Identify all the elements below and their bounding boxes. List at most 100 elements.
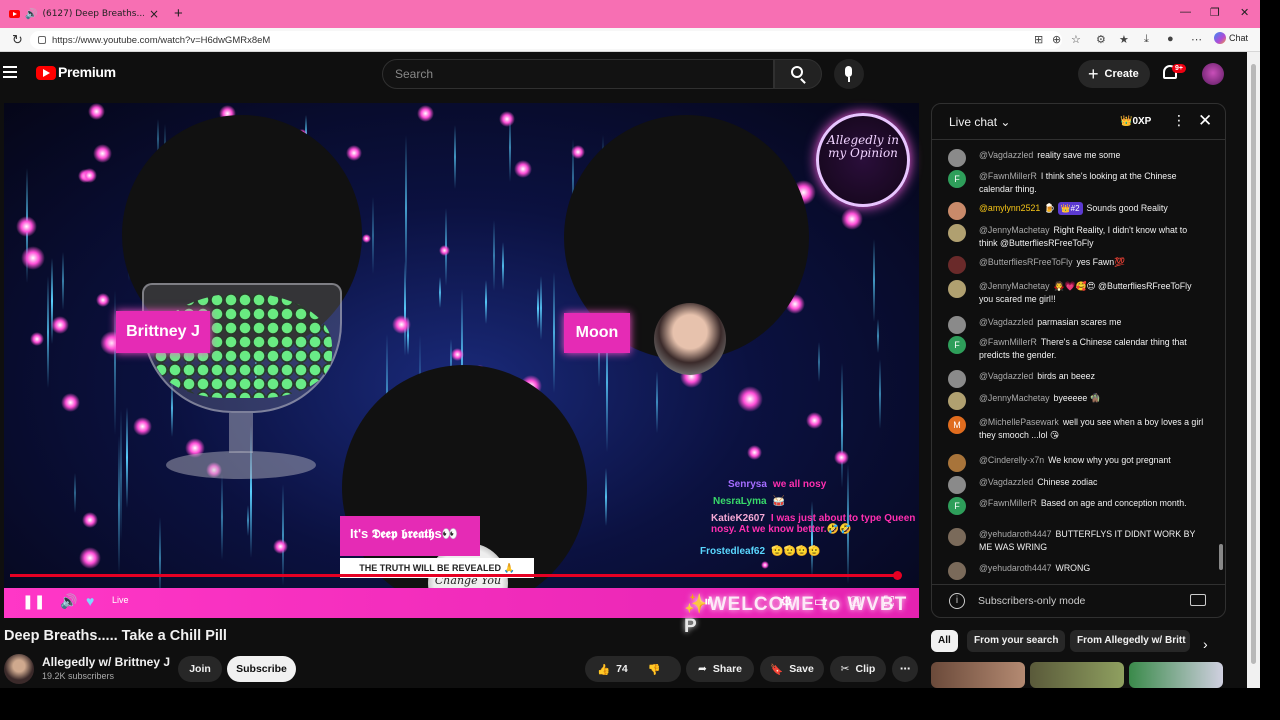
chat-avatar[interactable] <box>948 562 966 580</box>
chat-message[interactable]: @yehudaroth4447 BUTTERFLYS IT DIDNT WORK … <box>948 528 1208 554</box>
url-field[interactable]: https://www.youtube.com/watch?v=H6dwGMRx… <box>30 31 1062 49</box>
close-chat-icon[interactable]: ✕ <box>1198 111 1212 131</box>
channel-name[interactable]: Allegedly w/ Brittney J <box>42 655 170 669</box>
chat-message[interactable]: @Vagdazzled birds an beeez <box>948 370 1208 388</box>
chat-message[interactable]: @Vagdazzled reality save me some <box>948 149 1208 167</box>
chat-message[interactable]: @ButterfliesRFreeToFly yes Fawn💯 <box>948 256 1208 274</box>
chat-message[interactable]: F @FawnMillerR There's a Chinese calendar … <box>948 336 1208 362</box>
speaker-icon[interactable]: 🔊 <box>25 9 37 20</box>
chat-avatar[interactable]: M <box>948 416 966 434</box>
more-icon[interactable]: ⋯ <box>1191 33 1202 46</box>
chat-avatar[interactable]: F <box>948 336 966 354</box>
new-tab-icon[interactable]: + <box>174 5 183 22</box>
play-pause-overlay-icon[interactable]: ⏸ <box>704 593 711 610</box>
chat-message[interactable]: F @FawnMillerR I think she's looking at th… <box>948 170 1208 196</box>
live-label[interactable]: Live <box>112 595 129 605</box>
channel-avatar[interactable] <box>4 654 34 684</box>
filter-chip[interactable]: From Allegedly w/ Britt <box>1070 630 1190 652</box>
maximize-icon[interactable]: ❐ <box>1210 6 1220 19</box>
chat-username[interactable]: @MichellePasewark <box>979 417 1059 427</box>
miniplayer-icon[interactable]: ▭ <box>814 593 827 610</box>
chat-title-dropdown[interactable]: Live chat ⌄ <box>949 115 1010 129</box>
chat-username[interactable]: @JennyMachetay <box>979 281 1050 291</box>
close-tab-icon[interactable]: × <box>149 7 159 21</box>
account-avatar[interactable] <box>1202 63 1224 85</box>
favorite-star-icon[interactable]: ☆ <box>1071 33 1081 46</box>
chat-username[interactable]: @FawnMillerR <box>979 498 1037 508</box>
chat-username[interactable]: @JennyMachetay <box>979 225 1050 235</box>
filter-chip[interactable]: From your search <box>967 630 1066 652</box>
super-chat-icon[interactable] <box>1190 594 1206 606</box>
chat-message[interactable]: @Cinderelly-x7n We know why you got pregn… <box>948 454 1208 472</box>
extension-icon[interactable]: ⚙ <box>1096 33 1106 46</box>
search-button[interactable] <box>774 59 822 89</box>
chat-message[interactable]: @amylynn2521 🍺 👑#2 Sounds good Reality <box>948 202 1208 220</box>
chevron-right-icon[interactable]: › <box>1203 636 1208 652</box>
settings-icon[interactable]: ⚙ <box>780 593 793 610</box>
chat-avatar[interactable] <box>948 256 966 274</box>
chat-avatar[interactable] <box>948 280 966 298</box>
pause-icon[interactable]: ❚❚ <box>22 593 45 610</box>
chat-message[interactable]: @Vagdazzled parmasian scares me <box>948 316 1208 334</box>
subscribe-button[interactable]: Subscribe <box>227 656 296 682</box>
info-icon[interactable]: i <box>949 593 965 609</box>
cast-icon[interactable]: ⎚ <box>850 593 861 610</box>
chat-avatar[interactable] <box>948 476 966 494</box>
copilot-chat-button[interactable]: Chat <box>1214 32 1248 44</box>
chat-scroll-thumb[interactable] <box>1219 544 1223 570</box>
chat-avatar[interactable] <box>948 149 966 167</box>
chat-avatar[interactable] <box>948 202 966 220</box>
chat-username[interactable]: @Vagdazzled <box>979 150 1033 160</box>
filter-chip[interactable]: All <box>931 630 958 652</box>
chat-avatar[interactable]: F <box>948 170 966 188</box>
chat-username[interactable]: @FawnMillerR <box>979 171 1037 181</box>
chat-message[interactable]: F @FawnMillerR Based on age and conception… <box>948 497 1208 515</box>
chat-avatar[interactable] <box>948 528 966 546</box>
premium-logo-text[interactable]: Premium <box>58 64 116 80</box>
chat-message[interactable]: @Vagdazzled Chinese zodiac <box>948 476 1208 494</box>
chat-username[interactable]: @Vagdazzled <box>979 477 1033 487</box>
chat-avatar[interactable] <box>948 316 966 334</box>
like-count[interactable]: 74 <box>616 663 628 675</box>
search-input[interactable]: Search <box>382 59 774 89</box>
chat-username[interactable]: @FawnMillerR <box>979 337 1037 347</box>
related-thumbnail[interactable] <box>1030 662 1124 688</box>
chat-message[interactable]: M @MichellePasewark well you see when a bo… <box>948 416 1208 442</box>
reload-icon[interactable]: ↻ <box>12 32 23 48</box>
minimize-icon[interactable]: — <box>1180 6 1191 18</box>
save-button[interactable]: 🔖 Save <box>760 656 824 682</box>
youtube-logo-icon[interactable] <box>36 66 56 80</box>
apps-icon[interactable]: ⊞ <box>1034 33 1043 46</box>
chat-message[interactable]: @JennyMachetay byeeeee 🧌 <box>948 392 1208 410</box>
chat-username[interactable]: @amylynn2521 <box>979 203 1040 213</box>
browser-tab[interactable]: 🔊 (6127) Deep Breaths..... Take a Chill … <box>4 3 164 25</box>
chat-username[interactable]: @yehudaroth4447 <box>979 529 1052 539</box>
progress-bar[interactable] <box>10 571 902 580</box>
chat-username[interactable]: @ButterfliesRFreeToFly <box>979 257 1073 267</box>
chat-message[interactable]: @yehudaroth4447 WRONG <box>948 562 1208 580</box>
xp-badge[interactable]: 👑0XP <box>1120 116 1151 127</box>
chat-username[interactable]: @Vagdazzled <box>979 317 1033 327</box>
chat-username[interactable]: @yehudaroth4447 <box>979 563 1052 573</box>
chat-avatar[interactable] <box>948 392 966 410</box>
volume-icon[interactable]: 🔊 <box>60 593 77 610</box>
chat-username[interactable]: @Vagdazzled <box>979 371 1033 381</box>
join-button[interactable]: Join <box>178 656 222 682</box>
create-button[interactable]: + Create <box>1078 60 1150 88</box>
chat-scrollbar[interactable] <box>1219 144 1223 574</box>
site-info-icon[interactable] <box>38 36 46 44</box>
chat-avatar[interactable] <box>948 454 966 472</box>
chat-options-icon[interactable]: ⋮ <box>1172 112 1186 129</box>
chat-avatar[interactable] <box>948 370 966 388</box>
zoom-icon[interactable]: ⊕ <box>1052 33 1061 46</box>
chat-username[interactable]: @JennyMachetay <box>979 393 1050 403</box>
close-window-icon[interactable]: ✕ <box>1240 6 1249 19</box>
menu-icon[interactable] <box>3 66 17 78</box>
chat-avatar[interactable] <box>948 224 966 242</box>
page-scroll-thumb[interactable] <box>1251 64 1256 664</box>
profile-icon[interactable]: ● <box>1167 33 1174 45</box>
related-thumbnail[interactable] <box>931 662 1025 688</box>
chat-message[interactable]: @JennyMachetay Right Reality, I didn't kn… <box>948 224 1208 250</box>
chat-message[interactable]: @JennyMachetay 🧛💗🥰😍 @ButterfliesRFreeToFl… <box>948 280 1208 306</box>
chat-avatar[interactable]: F <box>948 497 966 515</box>
